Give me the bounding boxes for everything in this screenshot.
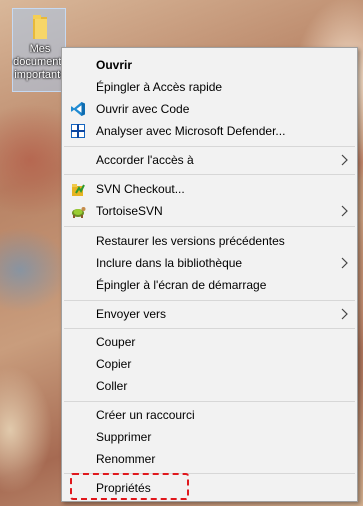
vscode-icon (71, 102, 85, 116)
menu-item-epingler-acces-rapide[interactable]: Épingler à Accès rapide (62, 76, 357, 98)
menu-separator (64, 328, 355, 329)
tortoisesvn-icon (72, 207, 86, 218)
menu-separator (64, 174, 355, 175)
menu-item-label: Envoyer vers (96, 307, 167, 321)
menu-item-epingler-demarrage[interactable]: Épingler à l'écran de démarrage (62, 274, 357, 296)
menu-item-inclure-bibliotheque[interactable]: Inclure dans la bibliothèque (62, 252, 357, 274)
menu-item-label: Renommer (96, 452, 156, 466)
highlight-annotation-box (70, 473, 189, 500)
menu-item-label: Copier (96, 357, 132, 371)
menu-item-tortoisesvn[interactable]: TortoiseSVN (62, 200, 357, 222)
desktop-icon-label: Mes documents importants (13, 43, 67, 81)
menu-separator (64, 300, 355, 301)
folder-icon (33, 15, 47, 39)
menu-item-ouvrir-avec-code[interactable]: Ouvrir avec Code (62, 98, 357, 120)
menu-item-coller[interactable]: Coller (62, 375, 357, 397)
menu-item-label: Créer un raccourci (96, 408, 195, 422)
chevron-right-icon (341, 205, 348, 217)
desktop-folder-mes-documents[interactable]: Mes documents importants (12, 8, 67, 92)
menu-item-label: Supprimer (96, 430, 152, 444)
menu-item-renommer[interactable]: Renommer (62, 448, 357, 470)
menu-item-label: Inclure dans la bibliothèque (96, 256, 243, 270)
menu-item-label: Restaurer les versions précédentes (96, 234, 285, 248)
defender-icon (71, 124, 85, 138)
menu-item-ouvrir[interactable]: Ouvrir (62, 54, 357, 76)
menu-item-label: TortoiseSVN (96, 204, 163, 218)
context-menu: Ouvrir Épingler à Accès rapide Ouvrir av… (61, 47, 358, 502)
menu-item-restaurer-versions[interactable]: Restaurer les versions précédentes (62, 230, 357, 252)
menu-item-label: SVN Checkout... (96, 182, 185, 196)
menu-item-accorder-acces[interactable]: Accorder l'accès à (62, 149, 357, 171)
svn-checkout-icon (72, 184, 85, 196)
menu-item-supprimer[interactable]: Supprimer (62, 426, 357, 448)
menu-item-analyser-defender[interactable]: Analyser avec Microsoft Defender... (62, 120, 357, 142)
menu-item-envoyer-vers[interactable]: Envoyer vers (62, 303, 357, 325)
menu-item-label: Analyser avec Microsoft Defender... (96, 124, 286, 138)
menu-item-label: Accorder l'accès à (96, 153, 194, 167)
menu-item-label: Épingler à l'écran de démarrage (96, 278, 267, 292)
chevron-right-icon (341, 308, 348, 320)
menu-item-couper[interactable]: Couper (62, 331, 357, 353)
menu-item-copier[interactable]: Copier (62, 353, 357, 375)
menu-separator (64, 146, 355, 147)
menu-item-label: Ouvrir (96, 58, 133, 72)
chevron-right-icon (341, 257, 348, 269)
menu-item-label: Coller (96, 379, 128, 393)
menu-separator (64, 226, 355, 227)
menu-item-creer-raccourci[interactable]: Créer un raccourci (62, 404, 357, 426)
menu-item-label: Épingler à Accès rapide (96, 80, 223, 94)
menu-item-label: Couper (96, 335, 136, 349)
menu-item-label: Ouvrir avec Code (96, 102, 190, 116)
menu-item-svn-checkout[interactable]: SVN Checkout... (62, 178, 357, 200)
chevron-right-icon (341, 154, 348, 166)
menu-separator (64, 401, 355, 402)
